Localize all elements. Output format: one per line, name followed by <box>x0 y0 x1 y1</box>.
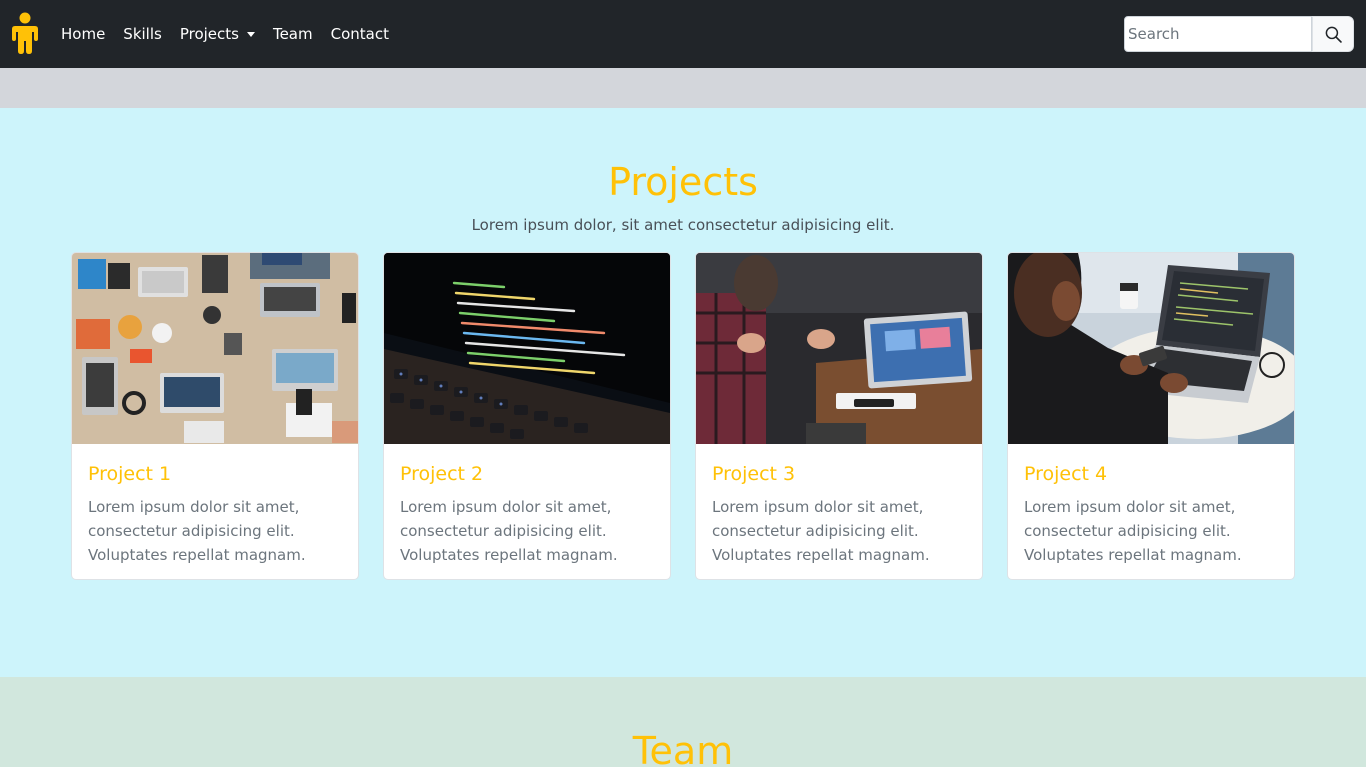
nav-projects-dropdown[interactable]: Projects <box>180 25 255 43</box>
project-3-text: Lorem ipsum dolor sit amet, consectetur … <box>712 498 930 564</box>
project-2-title: Project 2 <box>400 463 484 485</box>
project-card-2[interactable]: Project 2 Lorem ipsum dolor sit amet, co… <box>383 252 671 580</box>
person-icon[interactable] <box>11 12 39 54</box>
projects-subtitle: Lorem ipsum dolor, sit amet consectetur … <box>471 216 895 234</box>
project-4-text: Lorem ipsum dolor sit amet, consectetur … <box>1024 498 1242 564</box>
project-card-4[interactable]: Project 4 Lorem ipsum dolor sit amet, co… <box>1007 252 1295 580</box>
navbar: Home Skills Projects Team Contact <box>0 0 1366 68</box>
projects-title: Projects <box>608 160 758 204</box>
nav-projects-label: Projects <box>179 25 239 43</box>
nav-home[interactable]: Home <box>61 25 105 43</box>
project-1-image <box>72 253 358 444</box>
projects-section: Projects Lorem ipsum dolor, sit amet con… <box>0 108 1366 677</box>
header-strip <box>0 68 1366 108</box>
project-1-title: Project 1 <box>88 463 172 485</box>
nav-team[interactable]: Team <box>273 25 313 43</box>
project-1-text: Lorem ipsum dolor sit amet, consectetur … <box>88 498 306 564</box>
project-card-3[interactable]: Project 3 Lorem ipsum dolor sit amet, co… <box>695 252 983 580</box>
project-3-title: Project 3 <box>712 463 796 485</box>
project-3-image <box>696 253 982 444</box>
team-section: Team <box>0 677 1366 767</box>
search-input[interactable] <box>1124 16 1312 52</box>
caret-down-icon <box>246 32 255 37</box>
project-card-1[interactable]: Project 1 Lorem ipsum dolor sit amet, co… <box>71 252 359 580</box>
project-2-image <box>384 253 670 444</box>
nav-skills[interactable]: Skills <box>123 25 162 43</box>
nav-contact[interactable]: Contact <box>331 25 389 43</box>
nav-links: Home Skills Projects Team Contact <box>61 0 407 68</box>
search-button[interactable] <box>1312 16 1354 52</box>
team-title: Team <box>632 729 734 767</box>
project-4-image <box>1008 253 1294 444</box>
search-icon <box>1325 26 1342 43</box>
project-4-title: Project 4 <box>1024 463 1108 485</box>
project-2-text: Lorem ipsum dolor sit amet, consectetur … <box>400 498 618 564</box>
